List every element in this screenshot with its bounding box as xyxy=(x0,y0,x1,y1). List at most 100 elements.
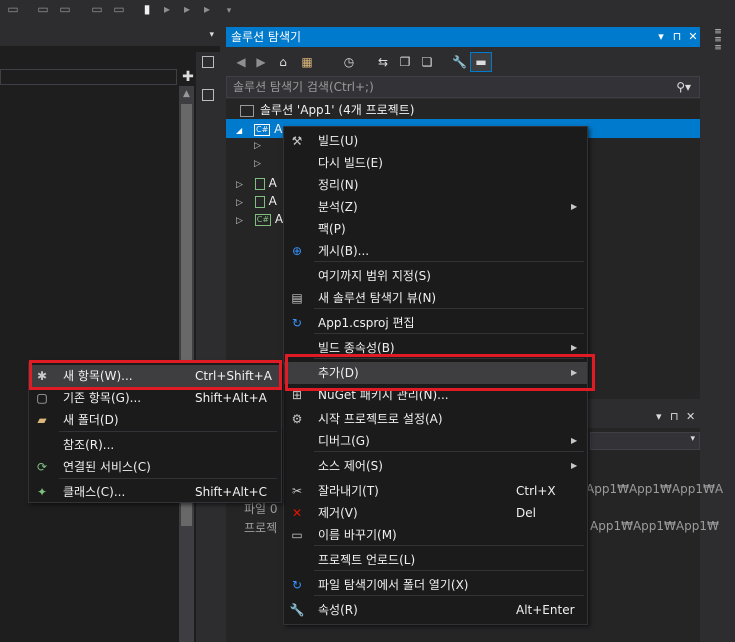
scissors-icon: ✂ xyxy=(291,484,303,498)
menu-item-label: 소스 제어(S) xyxy=(318,459,383,473)
menu-item-label: 다시 빌드(E) xyxy=(318,156,383,170)
menu-item-add-3[interactable]: 참조(R)... xyxy=(29,434,281,456)
menu-item-project-4[interactable]: 팩(P) xyxy=(284,218,587,240)
toolbar-icon[interactable]: ▸ xyxy=(180,2,194,16)
menu-item-project-12[interactable]: ⚙ 시작 프로젝트로 설정(A) xyxy=(284,408,587,430)
highlight-new-item xyxy=(29,360,282,390)
close-icon[interactable]: ✕ xyxy=(686,27,700,47)
expand-arrow-icon[interactable]: ▷ xyxy=(254,155,261,173)
tree-item-project[interactable]: ▷ A xyxy=(236,192,277,210)
solution-explorer-title: 솔루션 탐색기 xyxy=(231,30,302,44)
pin-icon[interactable]: ⊓ xyxy=(670,410,679,423)
menu-item-project-0[interactable]: ⚒ 빌드(U) xyxy=(284,130,587,152)
expand-arrow-icon[interactable]: ▷ xyxy=(236,216,243,226)
menu-item-project-7[interactable]: ▤ 새 솔루션 탐색기 뷰(N) xyxy=(284,287,587,309)
menu-item-project-1[interactable]: 다시 빌드(E) xyxy=(284,152,587,174)
menu-item-project-3[interactable]: 분석(Z) ▶ xyxy=(284,196,587,218)
preview-icon[interactable]: ▬ xyxy=(470,52,492,72)
properties-wrench-icon[interactable]: 🔧 xyxy=(452,55,467,69)
menu-item-project-13[interactable]: 디버그(G) ▶ xyxy=(284,430,587,452)
open-folder-refresh-icon: ↻ xyxy=(291,578,303,592)
menu-item-label: 새 폴더(D) xyxy=(63,413,119,427)
toolbar-icon[interactable]: ▸ xyxy=(160,2,174,16)
tree-item-label: A xyxy=(268,176,277,190)
main-toolbar: ▭ ▭ ▭ ▭ ▭ ▮ ▸ ▸ ▸ ▾ xyxy=(0,0,735,22)
menu-item-project-6[interactable]: 여기까지 범위 지정(S) xyxy=(284,265,587,287)
panel-icon[interactable] xyxy=(202,89,214,101)
menu-item-project-15[interactable]: ✂ 잘라내기(T) Ctrl+X xyxy=(284,480,587,502)
tree-item-project[interactable]: ◢ C# A xyxy=(236,120,282,138)
tree-item-solution[interactable]: 솔루션 'App1' (4개 프로젝트) xyxy=(240,101,414,119)
menu-separator xyxy=(59,478,277,479)
gear-icon: ⚙ xyxy=(291,412,303,426)
menu-item-project-17[interactable]: ▭ 이름 바꾸기(M) xyxy=(284,524,587,546)
globe-icon: ⊕ xyxy=(291,244,303,258)
rename-icon: ▭ xyxy=(291,528,303,542)
chevron-down-icon[interactable]: ▾ xyxy=(209,30,214,40)
sync-icon[interactable]: ⇆ xyxy=(376,55,390,69)
show-all-files-icon[interactable]: ❏ xyxy=(420,55,434,69)
menu-item-label: 팩(P) xyxy=(318,222,346,236)
menu-separator xyxy=(314,545,584,546)
toolbar-icon[interactable]: ▭ xyxy=(36,2,50,16)
menu-item-label: 연결된 서비스(C) xyxy=(63,460,151,474)
search-placeholder: 솔루션 탐색기 검색(Ctrl+;) xyxy=(233,80,374,94)
toolbar-icon[interactable]: ▭ xyxy=(6,2,20,16)
forward-icon[interactable]: ▶ xyxy=(254,55,268,69)
tree-item-label: A xyxy=(274,212,284,226)
toolbar-icon[interactable]: ▸ xyxy=(200,2,214,16)
back-icon[interactable]: ◀ xyxy=(234,55,248,69)
highlight-add-menu-item xyxy=(285,354,595,391)
split-icon[interactable]: ✚ xyxy=(180,69,196,85)
tree-item-label: 솔루션 'App1' (4개 프로젝트) xyxy=(260,103,415,117)
bookmark-icon[interactable]: ▮ xyxy=(140,2,154,16)
class-icon: ✦ xyxy=(36,485,48,499)
menu-item-project-5[interactable]: ⊕ 게시(B)... xyxy=(284,240,587,262)
left-panel-input[interactable] xyxy=(0,69,177,85)
switch-views-icon[interactable]: ▦ xyxy=(300,55,314,69)
menu-item-shortcut: Ctrl+X xyxy=(516,484,556,498)
menu-item-add-5[interactable]: ✦ 클래스(C)... Shift+Alt+C xyxy=(29,481,281,503)
menu-item-project-14[interactable]: 소스 제어(S) ▶ xyxy=(284,455,587,477)
expand-arrow-icon[interactable]: ▷ xyxy=(236,198,243,208)
toolbar-icon[interactable]: ▭ xyxy=(90,2,104,16)
menu-item-project-18[interactable]: 프로젝트 언로드(L) xyxy=(284,549,587,571)
menu-separator xyxy=(314,570,584,571)
menu-item-project-8[interactable]: ↻ App1.csproj 편집 xyxy=(284,312,587,334)
menu-item-add-4[interactable]: ⟳ 연결된 서비스(C) xyxy=(29,456,281,478)
home-icon[interactable]: ⌂ xyxy=(276,55,290,69)
search-icon[interactable]: ⚲▾ xyxy=(676,77,691,97)
tree-item-project[interactable]: ▷ A xyxy=(236,174,277,192)
menu-item-project-2[interactable]: 정리(N) xyxy=(284,174,587,196)
solution-icon xyxy=(240,104,254,117)
pin-icon[interactable]: ⊓ xyxy=(670,27,684,47)
new-view-icon: ▤ xyxy=(291,291,303,305)
menu-item-label: 파일 탐색기에서 폴더 열기(X) xyxy=(318,578,469,592)
properties-tab-icon[interactable]: ≡ ≡ ≡ xyxy=(712,28,724,53)
menu-item-add-2[interactable]: ▰ 새 폴더(D) xyxy=(29,409,281,431)
expand-arrow-icon[interactable]: ▷ xyxy=(236,180,243,190)
menu-item-label: 참조(R)... xyxy=(63,438,115,452)
panel-icon[interactable] xyxy=(202,56,214,68)
scroll-up-icon[interactable]: ▲ xyxy=(179,86,194,102)
collapse-all-icon[interactable]: ❐ xyxy=(398,55,412,69)
dropdown-icon[interactable]: ▾ xyxy=(654,27,668,47)
dropdown-icon[interactable]: ▾ xyxy=(656,410,662,423)
close-icon[interactable]: ✕ xyxy=(686,410,695,423)
menu-separator xyxy=(314,261,584,262)
menu-item-project-16[interactable]: ✕ 제거(V) Del xyxy=(284,502,587,524)
output-source-select[interactable]: ▾ xyxy=(590,432,700,450)
expand-arrow-icon[interactable]: ▷ xyxy=(254,137,261,155)
history-icon[interactable]: ◷ xyxy=(342,55,356,69)
solution-explorer-search[interactable]: 솔루션 탐색기 검색(Ctrl+;) ⚲▾ xyxy=(226,76,700,98)
menu-separator xyxy=(314,308,584,309)
toolbar-icon[interactable]: ▭ xyxy=(112,2,126,16)
tree-item-project[interactable]: ▷ C# A xyxy=(236,210,283,228)
menu-item-project-20[interactable]: 🔧 속성(R) Alt+Enter xyxy=(284,599,587,621)
chevron-down-icon[interactable]: ▾ xyxy=(222,4,236,18)
expand-arrow-icon[interactable]: ◢ xyxy=(236,126,242,135)
menu-item-project-19[interactable]: ↻ 파일 탐색기에서 폴더 열기(X) xyxy=(284,574,587,596)
toolbar-icon[interactable]: ▭ xyxy=(58,2,72,16)
menu-item-add-1[interactable]: ▢ 기존 항목(G)... Shift+Alt+A xyxy=(29,387,281,409)
csharp-project-icon: C# xyxy=(253,123,271,136)
